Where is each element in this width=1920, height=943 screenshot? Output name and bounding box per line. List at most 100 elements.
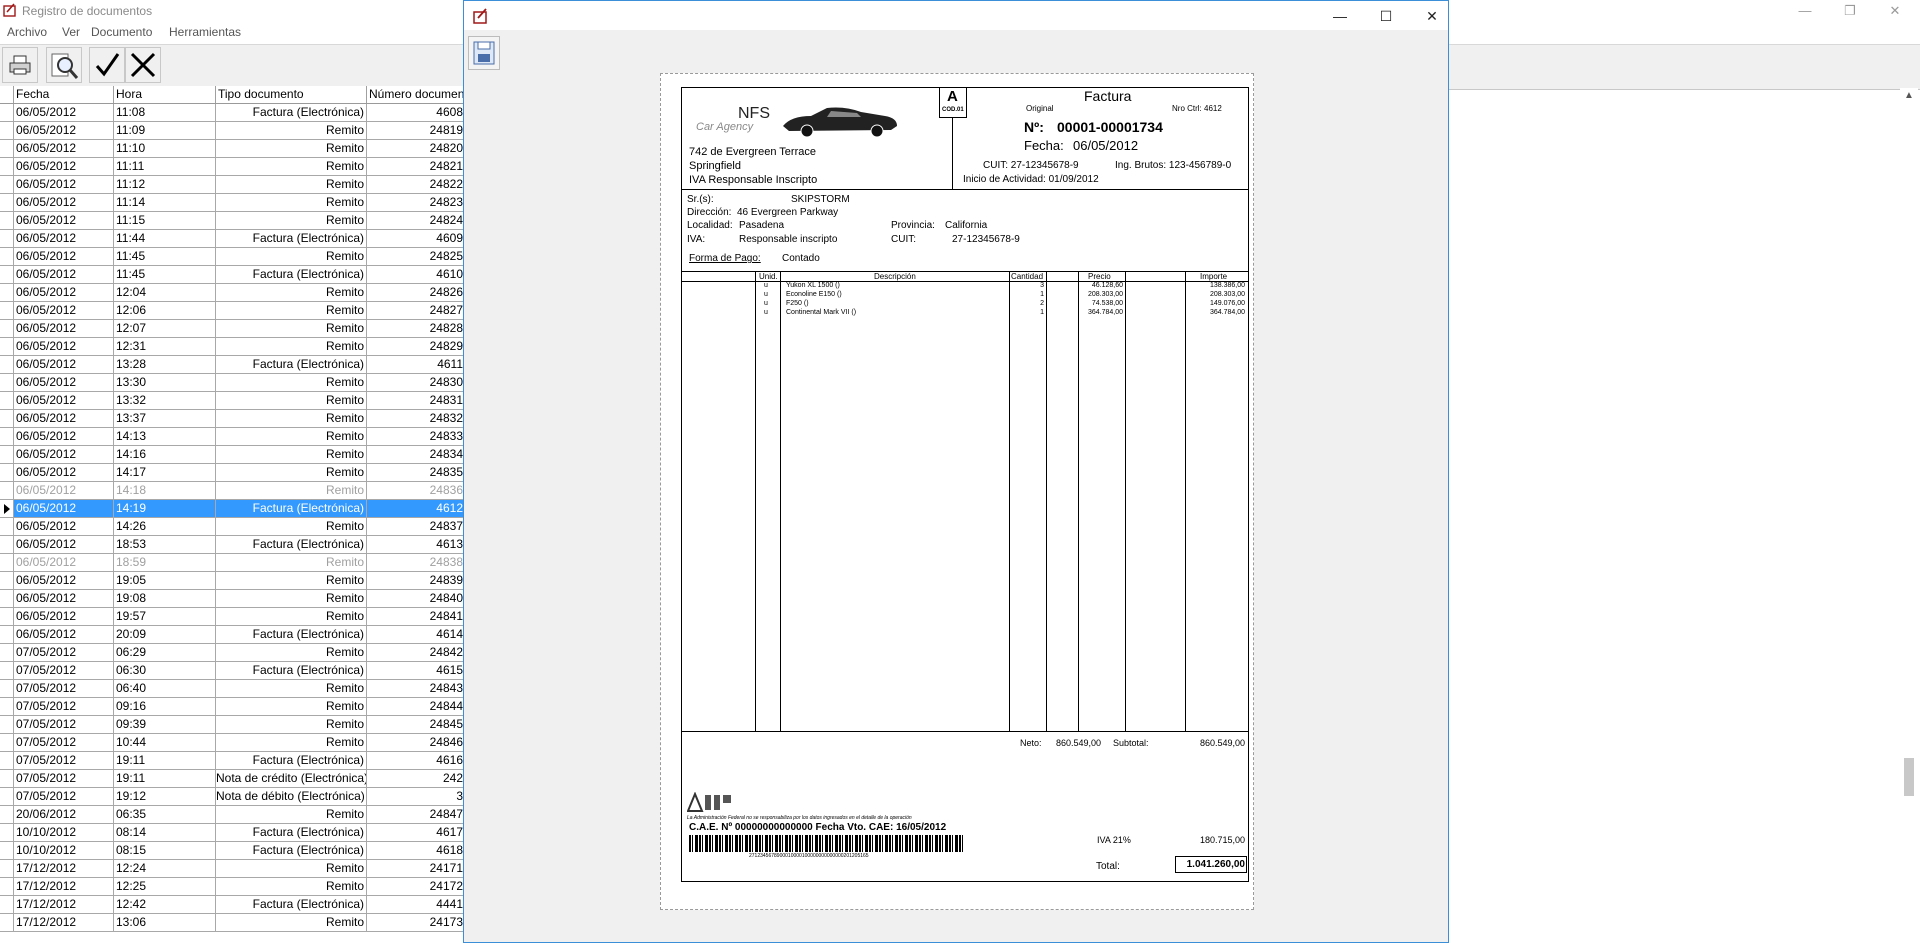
table-row[interactable]: 07/05/2012 10:44 Remito 24846 [0, 734, 463, 752]
cell-fecha[interactable]: 06/05/2012 [14, 626, 114, 643]
cell-hora[interactable]: 08:14 [114, 824, 216, 841]
table-row[interactable]: 06/05/2012 11:12 Remito 24822 [0, 176, 463, 194]
cell-fecha[interactable]: 06/05/2012 [14, 554, 114, 571]
cell-numero[interactable]: 24171 [367, 860, 463, 877]
row-indicator[interactable] [0, 446, 14, 463]
cell-fecha[interactable]: 06/05/2012 [14, 608, 114, 625]
cell-fecha[interactable]: 10/10/2012 [14, 842, 114, 859]
cell-hora[interactable]: 11:09 [114, 122, 216, 139]
cell-tipo[interactable]: Factura (Electrónica) [216, 356, 367, 373]
cell-hora[interactable]: 06:30 [114, 662, 216, 679]
cell-numero[interactable]: 24825 [367, 248, 463, 265]
cell-hora[interactable]: 11:11 [114, 158, 216, 175]
row-indicator[interactable] [0, 590, 14, 607]
table-row[interactable]: 07/05/2012 09:16 Remito 24844 [0, 698, 463, 716]
cell-tipo[interactable]: Factura (Electrónica) [216, 896, 367, 913]
row-indicator[interactable] [0, 878, 14, 895]
cell-fecha[interactable]: 06/05/2012 [14, 500, 114, 517]
cell-fecha[interactable]: 06/05/2012 [14, 266, 114, 283]
row-indicator[interactable] [0, 464, 14, 481]
cell-hora[interactable]: 06:29 [114, 644, 216, 661]
cell-tipo[interactable]: Remito [216, 320, 367, 337]
cell-hora[interactable]: 19:11 [114, 770, 216, 787]
cell-fecha[interactable]: 06/05/2012 [14, 482, 114, 499]
row-indicator[interactable] [0, 500, 14, 517]
cell-hora[interactable]: 18:53 [114, 536, 216, 553]
cell-hora[interactable]: 14:17 [114, 464, 216, 481]
cell-hora[interactable]: 19:57 [114, 608, 216, 625]
cell-numero[interactable]: 24821 [367, 158, 463, 175]
cell-hora[interactable]: 13:06 [114, 914, 216, 931]
cell-fecha[interactable]: 06/05/2012 [14, 230, 114, 247]
cell-tipo[interactable]: Remito [216, 680, 367, 697]
cell-hora[interactable]: 12:07 [114, 320, 216, 337]
cell-numero[interactable]: 24819 [367, 122, 463, 139]
table-row[interactable]: 17/12/2012 12:25 Remito 24172 [0, 878, 463, 896]
cell-tipo[interactable]: Remito [216, 914, 367, 931]
cell-hora[interactable]: 20:09 [114, 626, 216, 643]
cell-tipo[interactable]: Factura (Electrónica) [216, 104, 367, 121]
table-row[interactable]: 06/05/2012 14:17 Remito 24835 [0, 464, 463, 482]
cell-fecha[interactable]: 17/12/2012 [14, 860, 114, 877]
table-row[interactable]: 06/05/2012 12:06 Remito 24827 [0, 302, 463, 320]
row-indicator[interactable] [0, 680, 14, 697]
cell-fecha[interactable]: 06/05/2012 [14, 374, 114, 391]
row-indicator[interactable] [0, 536, 14, 553]
cell-fecha[interactable]: 06/05/2012 [14, 212, 114, 229]
cell-fecha[interactable]: 06/05/2012 [14, 158, 114, 175]
table-row[interactable]: 06/05/2012 11:10 Remito 24820 [0, 140, 463, 158]
table-row[interactable]: 07/05/2012 19:11 Nota de crédito (Electrón… [0, 770, 463, 788]
row-indicator[interactable] [0, 770, 14, 787]
table-row[interactable]: 06/05/2012 11:15 Remito 24824 [0, 212, 463, 230]
cell-hora[interactable]: 11:10 [114, 140, 216, 157]
cell-fecha[interactable]: 06/05/2012 [14, 392, 114, 409]
cell-fecha[interactable]: 06/05/2012 [14, 302, 114, 319]
table-row[interactable]: 06/05/2012 13:32 Remito 24831 [0, 392, 463, 410]
cell-fecha[interactable]: 20/06/2012 [14, 806, 114, 823]
cell-numero[interactable]: 4614 [367, 626, 463, 643]
row-indicator[interactable] [0, 248, 14, 265]
save-button[interactable] [468, 36, 500, 70]
cell-hora[interactable]: 12:25 [114, 878, 216, 895]
menu-ver[interactable]: Ver [62, 25, 80, 39]
cell-tipo[interactable]: Remito [216, 446, 367, 463]
cell-fecha[interactable]: 06/05/2012 [14, 176, 114, 193]
cell-hora[interactable]: 19:11 [114, 752, 216, 769]
cell-tipo[interactable]: Remito [216, 734, 367, 751]
cell-tipo[interactable]: Nota de débito (Electrónica) [216, 788, 367, 805]
cell-fecha[interactable]: 07/05/2012 [14, 680, 114, 697]
cell-numero[interactable]: 24844 [367, 698, 463, 715]
cell-hora[interactable]: 19:12 [114, 788, 216, 805]
cell-fecha[interactable]: 06/05/2012 [14, 194, 114, 211]
cell-hora[interactable]: 11:45 [114, 248, 216, 265]
cell-fecha[interactable]: 06/05/2012 [14, 248, 114, 265]
cell-hora[interactable]: 11:14 [114, 194, 216, 211]
row-indicator[interactable] [0, 338, 14, 355]
cell-tipo[interactable]: Remito [216, 572, 367, 589]
cell-hora[interactable]: 06:40 [114, 680, 216, 697]
cell-numero[interactable]: 24834 [367, 446, 463, 463]
table-row[interactable]: 06/05/2012 11:44 Factura (Electrónica) 4609 [0, 230, 463, 248]
table-row[interactable]: 06/05/2012 14:16 Remito 24834 [0, 446, 463, 464]
cell-tipo[interactable]: Remito [216, 428, 367, 445]
cell-hora[interactable]: 14:26 [114, 518, 216, 535]
cell-hora[interactable]: 12:06 [114, 302, 216, 319]
cell-fecha[interactable]: 07/05/2012 [14, 788, 114, 805]
table-row[interactable]: 06/05/2012 19:57 Remito 24841 [0, 608, 463, 626]
cell-tipo[interactable]: Remito [216, 590, 367, 607]
cell-tipo[interactable]: Remito [216, 554, 367, 571]
cancel-button[interactable] [125, 47, 161, 83]
cell-fecha[interactable]: 07/05/2012 [14, 752, 114, 769]
cell-fecha[interactable]: 17/12/2012 [14, 896, 114, 913]
menu-archivo[interactable]: Archivo [7, 25, 47, 39]
cell-fecha[interactable]: 06/05/2012 [14, 140, 114, 157]
cell-numero[interactable]: 24830 [367, 374, 463, 391]
cell-tipo[interactable]: Remito [216, 176, 367, 193]
close-button[interactable]: ✕ [1880, 2, 1910, 20]
cell-fecha[interactable]: 07/05/2012 [14, 734, 114, 751]
cell-tipo[interactable]: Factura (Electrónica) [216, 824, 367, 841]
cell-numero[interactable]: 24843 [367, 680, 463, 697]
preview-minimize-button[interactable]: — [1322, 5, 1358, 27]
cell-hora[interactable]: 09:39 [114, 716, 216, 733]
cell-fecha[interactable]: 07/05/2012 [14, 698, 114, 715]
